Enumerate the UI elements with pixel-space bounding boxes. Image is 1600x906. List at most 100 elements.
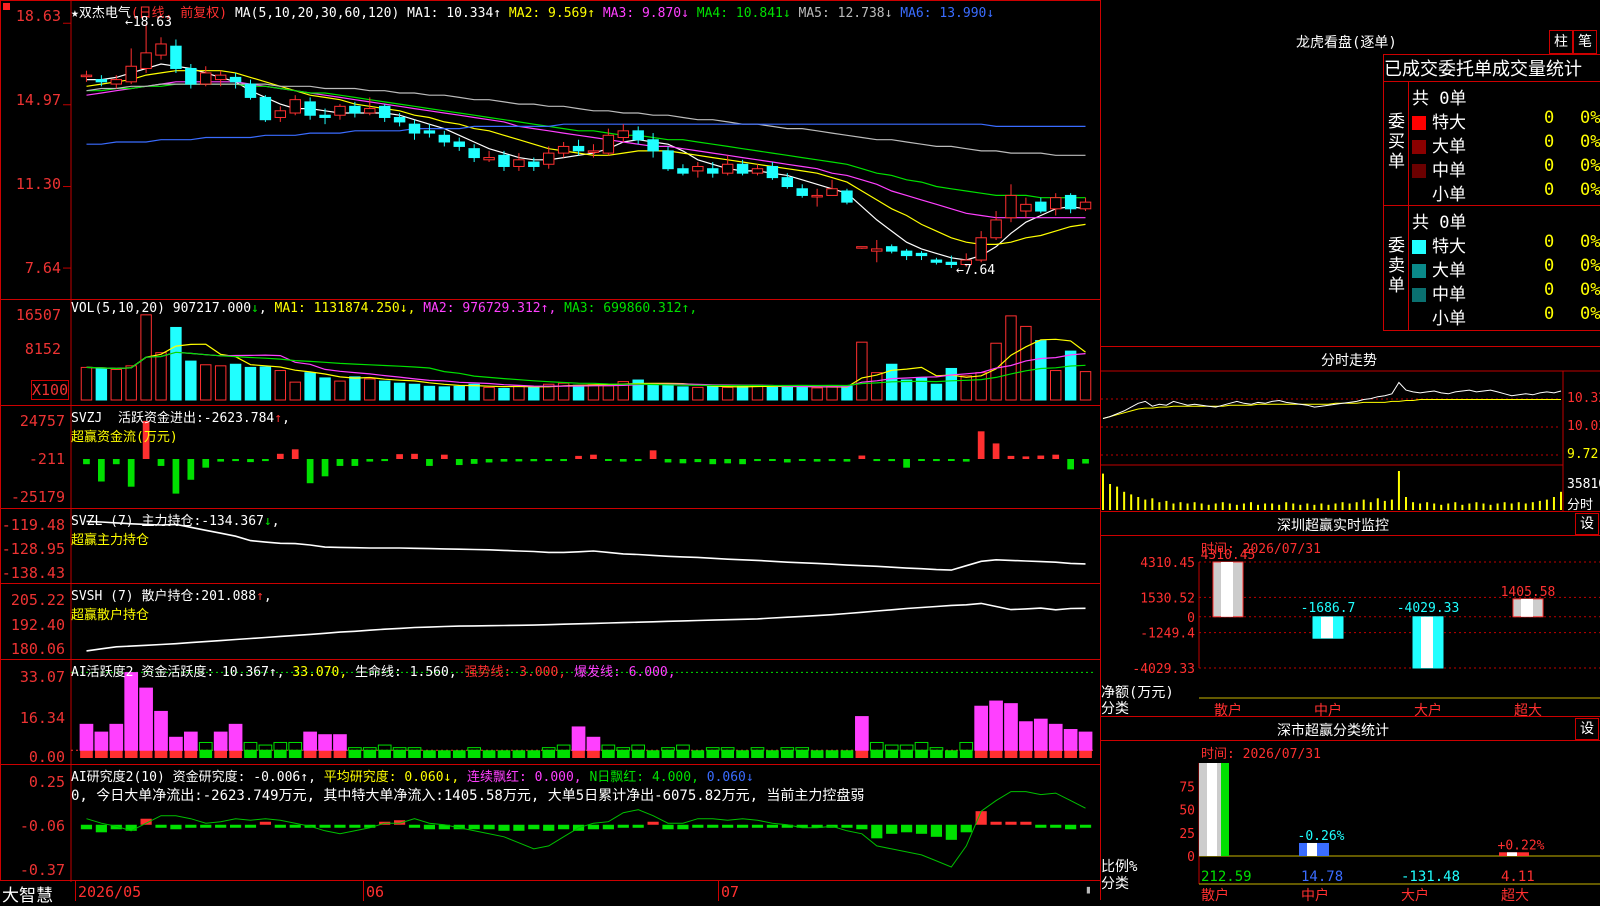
yanjiu-bar — [200, 824, 212, 828]
candle-body — [334, 105, 346, 116]
volume-bar — [483, 386, 495, 401]
order-label: 中单 — [1432, 285, 1466, 305]
candle-body — [587, 150, 600, 153]
candle-body — [200, 72, 212, 85]
candle-body — [647, 139, 659, 152]
ai-huoyue-pane[interactable]: AI活跃度2 资金活跃度: 10.367↑, 33.070, 生命线: 1.56… — [0, 659, 1101, 766]
intra-tick-2: 9.72 — [1567, 447, 1599, 462]
huoyue-bar — [1063, 729, 1078, 751]
yanjiu-bar — [95, 824, 107, 833]
szmon-bar-highlight — [1421, 616, 1433, 668]
bar-view-button[interactable]: 柱 — [1549, 30, 1573, 54]
price-pane[interactable]: ★双杰电气(日线, 前复权) MA(5,10,20,30,60,120) MA1… — [0, 0, 1101, 301]
huoyue-base-bar — [80, 750, 93, 758]
yanjiu-bar — [841, 824, 853, 828]
intra-tick-0: 10.32 — [1567, 391, 1600, 406]
huoyue-base-bar — [497, 750, 511, 758]
candle-body — [572, 145, 585, 152]
huoyue-base-bar — [1019, 750, 1033, 758]
huoyue-bar — [929, 747, 944, 751]
volume-bar — [110, 369, 122, 401]
candle-body — [170, 45, 182, 69]
candle-body — [80, 74, 93, 78]
header-value-4: N日飘红: 4.000, — [589, 770, 707, 785]
huoyue-bar — [541, 747, 556, 751]
svzj-bar — [112, 459, 120, 465]
huoyue-base-bar — [825, 750, 839, 758]
yanjiu-tick-2: -0.37 — [19, 861, 65, 879]
svsh-pane[interactable]: SVSH (7) 散户持仓:201.088↑, 超赢散户持仓 205.22 19… — [0, 583, 1101, 661]
svzj-bar — [783, 459, 791, 463]
svzj-tick-2: -25179 — [10, 488, 65, 506]
huoyue-base-bar — [766, 750, 779, 758]
huoyue-bar — [288, 741, 303, 751]
volume-bar — [349, 376, 361, 401]
candle-body — [796, 188, 808, 196]
ai-yanjiu-pane[interactable]: AI研究度2(10) 资金研究度: -0.006↑, 平均研究度: 0.060↓… — [0, 764, 1101, 882]
huoyue-bar — [869, 741, 884, 751]
svzj-bar — [1067, 459, 1074, 470]
szcls-cat-label-0: 散户 — [1201, 887, 1229, 904]
svzj-bar — [202, 459, 210, 468]
huoyue-bar — [124, 672, 139, 751]
svzl-pane[interactable]: SVZL (7) 主力持仓:-134.367↓, 超赢主力持仓 -119.48 … — [0, 508, 1101, 585]
header-value-5: 爆发线: 6.000, — [573, 665, 676, 680]
huoyue-bar — [720, 747, 735, 751]
volume-header: VOL(5,10,20) 907217.000↓, MA1: 1131874.2… — [71, 301, 698, 316]
order-pct: 0% — [1580, 304, 1600, 324]
huoyue-base-bar — [438, 750, 451, 758]
svzj-bar — [1082, 459, 1089, 464]
svzj-bar — [1007, 455, 1015, 459]
huoyue-bar — [154, 710, 168, 751]
volume-bar — [378, 380, 391, 401]
order-row: 中单 0 0% — [1412, 156, 1600, 181]
svsh-tick-2: 180.06 — [10, 640, 65, 658]
svzj-bar — [470, 459, 478, 464]
volume-bar — [811, 387, 823, 401]
order-label: 大单 — [1432, 137, 1466, 157]
huoyue-base-bar — [885, 750, 899, 758]
lock-icon[interactable]: ▮ — [1085, 883, 1092, 896]
svzl-header: SVZL (7) 主力持仓:-134.367↓, 超赢主力持仓 — [71, 514, 280, 548]
yanjiu-bar — [677, 824, 689, 830]
szcls-cat-label-3: 超大 — [1501, 888, 1529, 904]
volume-bar — [707, 385, 719, 401]
volume-bar — [871, 372, 883, 401]
yanjiu-bar — [602, 824, 614, 830]
order-pct: 0% — [1580, 180, 1600, 200]
huoyue-base-bar — [945, 750, 958, 758]
huoyue-base-bar — [348, 750, 362, 758]
volume-bar — [244, 366, 257, 401]
svzj-pane[interactable]: SVZJ 活跃资金进出:-2623.784↑, 超赢资金流(万元) 24757 … — [0, 405, 1101, 510]
price-high-label: ←18.63 — [125, 15, 172, 30]
huoyue-bar — [184, 731, 198, 751]
sz-class-pane[interactable]: 深市超赢分类统计 设 时间: 2026/07/31 75 50 25 0 212.59 散… — [1101, 716, 1600, 904]
szcls-bar-accent — [1221, 763, 1229, 856]
volume-bar — [930, 383, 943, 401]
huoyue-base-bar — [959, 750, 973, 758]
huoyue-bar — [914, 741, 929, 751]
huoyue-bar — [1004, 703, 1018, 751]
huoyue-bar — [79, 723, 94, 751]
volume-pane[interactable]: VOL(5,10,20) 907217.000↓, MA1: 1131874.2… — [0, 299, 1101, 407]
huoyue-bar — [959, 741, 974, 751]
volume-bar — [960, 375, 972, 401]
huoyue-bar — [676, 744, 690, 751]
huoyue-base-bar — [1004, 750, 1018, 758]
svzj-bar — [605, 459, 612, 461]
huoyue-bar — [109, 723, 124, 751]
intraday-pane[interactable]: 分时走势 10.32 10.02 9.72 35810 分时 — [1101, 346, 1600, 513]
header-value-1: MA2: 976729.312↑, — [423, 301, 565, 316]
header-value-0: 资金研究度: — [172, 770, 254, 785]
price-header: ★双杰电气(日线, 前复权) MA(5,10,20,30,60,120) MA1… — [71, 2, 994, 21]
svzl-tick-2: -138.43 — [1, 564, 65, 582]
volume-bar — [856, 341, 868, 401]
ma-values: MA1: 10.334↑ MA2: 9.569↑ MA3: 9.870↓ MA4… — [407, 6, 994, 21]
szcls-bar-highlight — [1207, 763, 1217, 856]
svzj-bar — [321, 459, 329, 477]
huoyue-base-bar — [989, 750, 1003, 758]
pen-view-button[interactable]: 笔 — [1573, 30, 1597, 54]
svzj-bar — [798, 459, 806, 461]
candle-body — [975, 237, 987, 261]
sz-monitor-pane[interactable]: 深圳超赢实时监控 设 时间: 2026/07/31 4310.45 1530.52… — [1101, 511, 1600, 719]
